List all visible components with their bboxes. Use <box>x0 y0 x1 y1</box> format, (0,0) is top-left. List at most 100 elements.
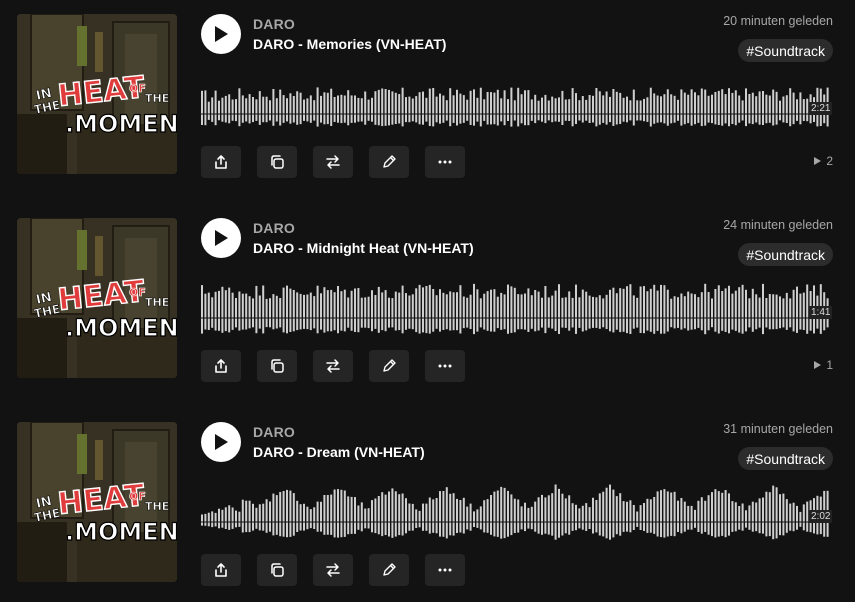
cover-text-the2: THE <box>145 92 169 105</box>
tag-label: Soundtrack <box>754 450 825 467</box>
genre-tag[interactable]: # Soundtrack <box>738 39 833 62</box>
genre-tag[interactable]: # Soundtrack <box>738 447 833 470</box>
track-title[interactable]: DARO - Dream (VN-HEAT) <box>253 444 425 460</box>
waveform-bar <box>350 290 353 331</box>
waveform-bar <box>432 88 435 127</box>
repost-button[interactable] <box>313 554 353 586</box>
waveform-bar <box>544 286 547 334</box>
hash-icon: # <box>746 246 755 263</box>
more-button[interactable] <box>425 554 465 586</box>
waveform-bar <box>320 95 322 123</box>
share-button[interactable] <box>201 554 241 586</box>
waveform-bar <box>299 293 302 330</box>
more-button[interactable] <box>425 350 465 382</box>
share-button[interactable] <box>201 350 241 382</box>
copy-button[interactable] <box>257 350 297 382</box>
artist-name[interactable]: DARO <box>253 424 295 440</box>
share-button[interactable] <box>201 146 241 178</box>
waveform-bar <box>697 297 700 328</box>
waveform-bar <box>738 287 741 333</box>
waveform-bar <box>408 96 411 123</box>
waveform-bar <box>751 92 754 125</box>
waveform[interactable] <box>201 480 833 542</box>
repost-button[interactable] <box>313 146 353 178</box>
waveform-bar <box>439 491 441 537</box>
waveform-bar <box>629 100 632 121</box>
waveform-bar <box>391 298 394 328</box>
waveform-bar <box>473 89 475 126</box>
cover-art[interactable]: IN THE HEAT OF THE .MOMENT <box>17 218 177 378</box>
share-icon <box>215 563 227 577</box>
track-title[interactable]: DARO - Midnight Heat (VN-HEAT) <box>253 240 474 256</box>
waveform-bar <box>541 494 543 535</box>
genre-tag[interactable]: # Soundtrack <box>738 243 833 266</box>
waveform-bar <box>615 496 618 535</box>
waveform-bar <box>785 292 788 330</box>
waveform-bar <box>785 499 788 533</box>
waveform-bar <box>714 289 717 332</box>
play-button[interactable] <box>201 218 241 258</box>
copy-button[interactable] <box>257 146 297 178</box>
copy-button[interactable] <box>257 554 297 586</box>
cover-image: IN THE HEAT OF THE .MOMENT <box>17 218 177 378</box>
repost-button[interactable] <box>313 350 353 382</box>
waveform-bar <box>228 505 231 530</box>
waveform-bar <box>592 497 594 534</box>
cover-art[interactable]: IN THE HEAT OF THE .MOMENT <box>17 422 177 582</box>
waveform-bar <box>282 95 285 123</box>
play-button[interactable] <box>201 422 241 462</box>
artist-name[interactable]: DARO <box>253 220 295 236</box>
track-title[interactable]: DARO - Memories (VN-HEAT) <box>253 36 446 52</box>
waveform-bar <box>806 501 809 532</box>
waveform-bar <box>585 99 588 121</box>
waveform-bar <box>218 290 220 331</box>
track-duration: 2:02 <box>809 510 833 523</box>
waveform-bar <box>782 298 785 328</box>
waveform-bar <box>643 286 645 334</box>
edit-button[interactable] <box>369 146 409 178</box>
waveform-bar <box>544 497 547 534</box>
waveform-bar <box>796 286 798 333</box>
waveform-bar <box>269 298 271 328</box>
waveform-bar <box>731 92 734 124</box>
waveform-bar <box>211 511 214 528</box>
waveform-bar <box>745 510 747 528</box>
tag-label: Soundtrack <box>754 246 825 263</box>
waveform-bar <box>632 505 635 530</box>
waveform-bar <box>575 93 577 124</box>
waveform-bar <box>571 88 574 127</box>
waveform-bar <box>792 502 795 532</box>
waveform[interactable] <box>201 276 833 338</box>
edit-button[interactable] <box>369 554 409 586</box>
waveform-bar <box>201 514 203 526</box>
waveform-bar <box>313 296 316 329</box>
pencil-icon <box>383 155 396 168</box>
waveform-bar <box>248 500 251 533</box>
edit-button[interactable] <box>369 350 409 382</box>
waveform-bar <box>622 97 625 122</box>
cover-text-moment: .MOMENT <box>65 314 177 342</box>
waveform-bar <box>768 492 771 537</box>
waveform-bar <box>711 492 713 537</box>
more-button[interactable] <box>425 146 465 178</box>
waveform-bar <box>320 501 322 532</box>
waveform-bar <box>452 95 455 123</box>
waveform-bar <box>282 491 285 537</box>
waveform-bar <box>350 95 353 123</box>
waveform-bar <box>785 95 788 123</box>
cover-art[interactable]: IN THE HEAT OF THE .MOMENT <box>17 14 177 174</box>
waveform-bar <box>775 91 778 125</box>
artist-name[interactable]: DARO <box>253 16 295 32</box>
waveform-bar <box>626 501 628 532</box>
waveform-bar <box>660 96 662 123</box>
waveform-bar <box>717 491 720 537</box>
waveform-bar <box>663 489 666 538</box>
waveform-bar <box>694 294 696 330</box>
waveform-bar <box>649 288 652 332</box>
waveform-bar <box>602 298 605 328</box>
waveform-bar <box>425 286 428 334</box>
waveform[interactable] <box>201 72 833 134</box>
waveform-bar <box>241 95 244 123</box>
play-button[interactable] <box>201 14 241 54</box>
waveform-bar <box>517 499 520 533</box>
